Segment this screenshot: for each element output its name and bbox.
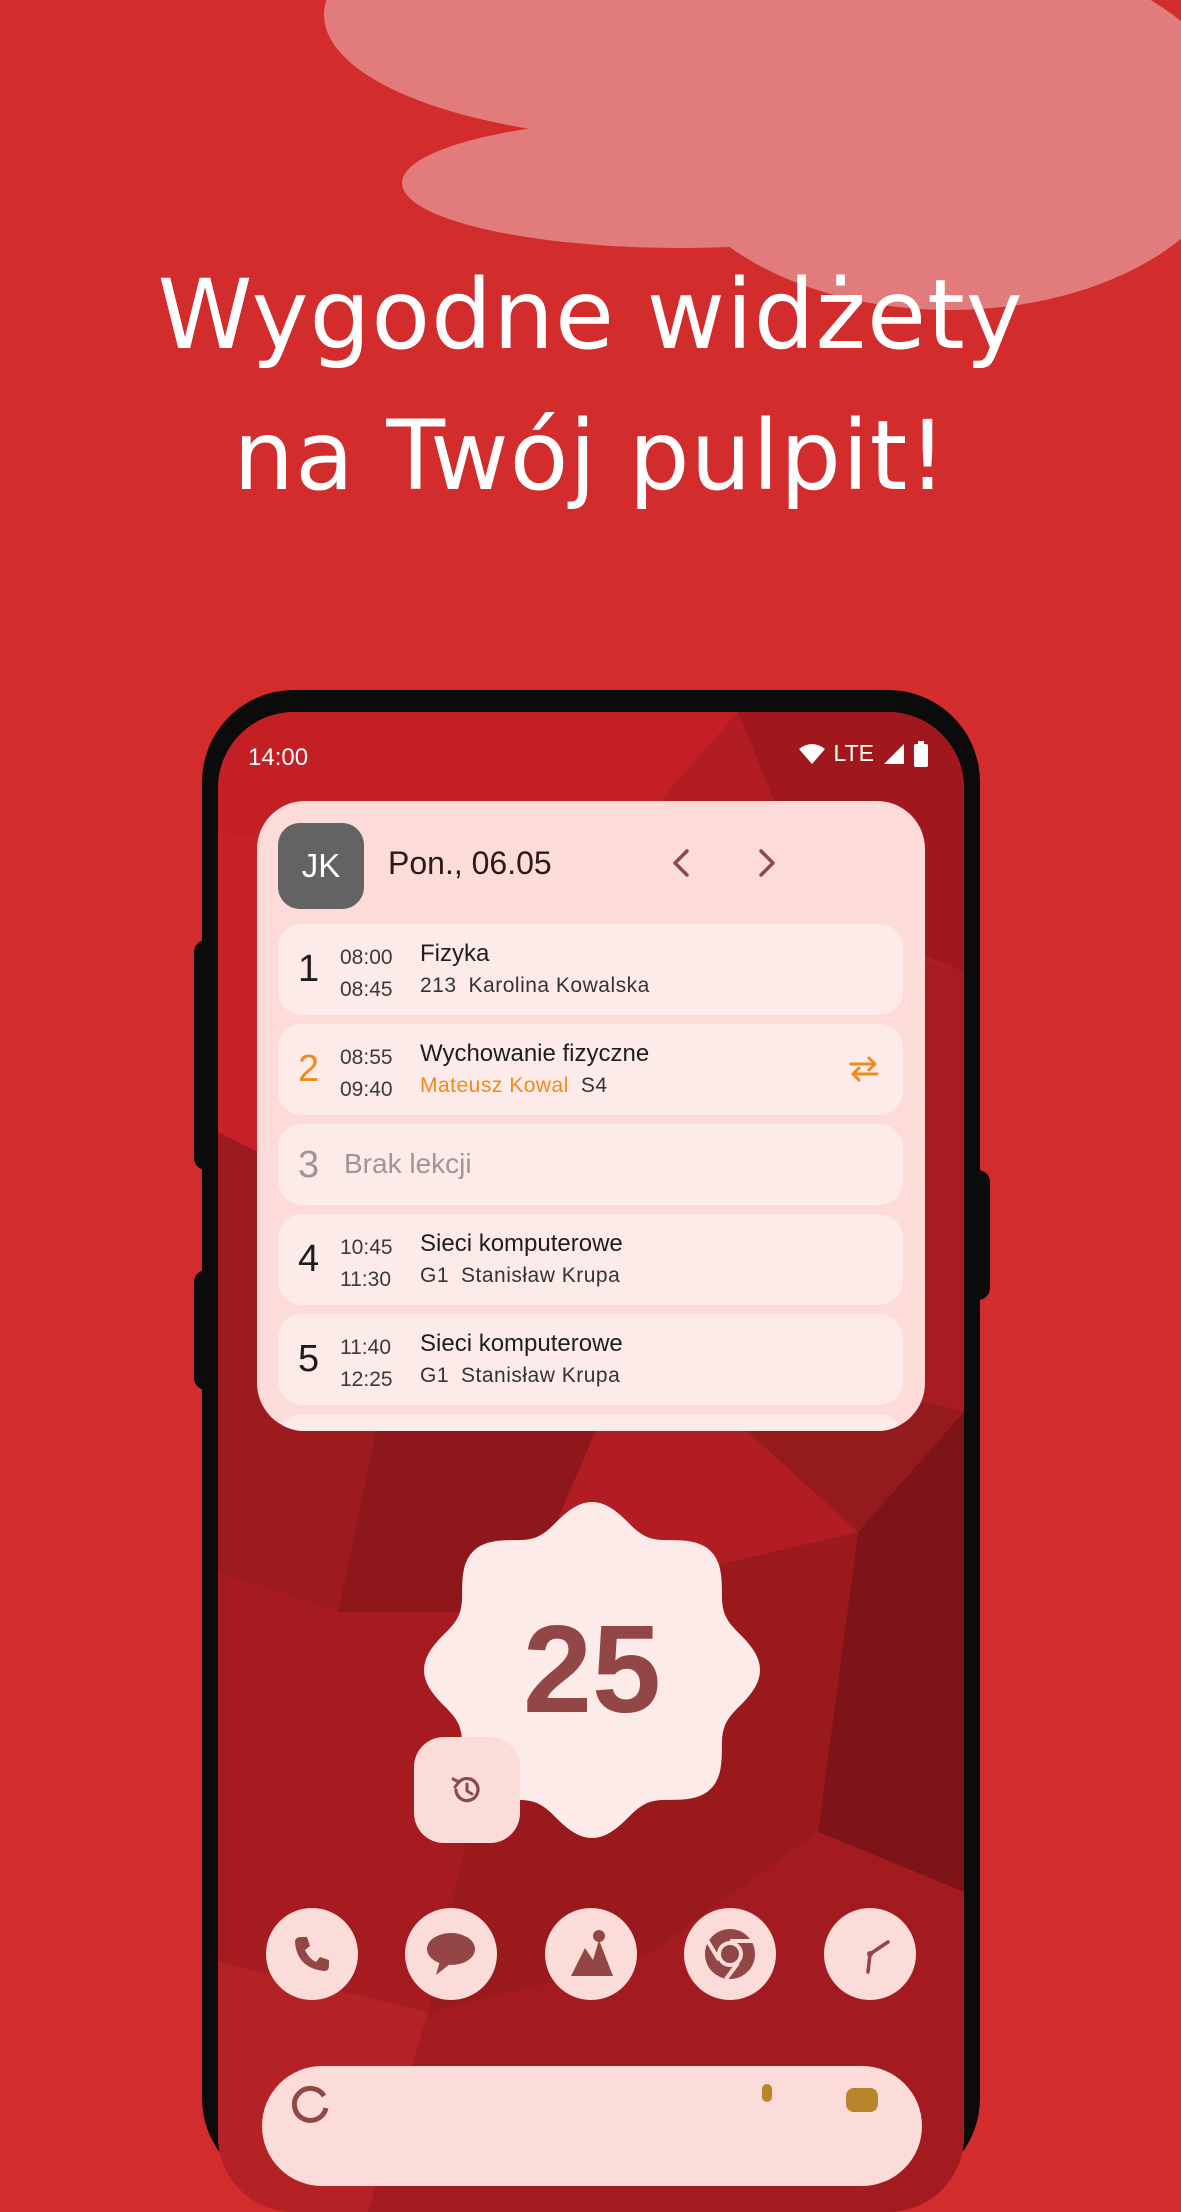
lesson-room: 213 [420,974,457,997]
lesson-start: 10:45 [340,1236,393,1259]
lesson-start: 11:40 [340,1336,391,1359]
history-icon [451,1776,480,1803]
chrome-app-icon[interactable] [684,1908,776,2000]
phone-screen: 14:00 LTE JK Pon., 06.05 1 08:00 08:45 F… [218,712,964,2212]
lesson-start: 08:00 [340,946,393,969]
lesson-number: 3 [298,1144,320,1186]
headline-line-1: Wygodne widżety [157,259,1024,371]
clock-icon [866,1940,890,1974]
lesson-end: 11:30 [340,1268,391,1291]
lesson-room: S4 [580,1074,608,1097]
mic-icon[interactable] [757,2084,777,2114]
headline-line-2: na Twój pulpit! [233,400,948,512]
status-time: 14:00 [248,744,309,771]
lesson-number: 2 [298,1048,320,1090]
lesson-end: 09:40 [340,1078,393,1101]
messages-app-icon[interactable] [405,1908,497,2000]
app-dock [266,1908,916,2000]
lesson-subject: Wychowanie fizyczne [420,1040,650,1067]
lesson-info: Mateusz Kowal S4 [420,1074,608,1098]
lesson-times: 08:55 09:40 [340,1042,393,1106]
search-bar[interactable] [262,2066,922,2186]
lesson-end: 12:25 [340,1368,393,1391]
network-label: LTE [833,740,874,766]
lesson-end: 08:45 [340,978,393,1001]
battery-icon [914,740,928,767]
history-button[interactable] [414,1737,520,1843]
status-bar: 14:00 LTE [248,740,928,776]
empty-lesson-label: Brak lekcji [344,1148,472,1179]
photos-icon [571,1930,613,1976]
widget-date: Pon., 06.05 [388,845,552,881]
lesson-teacher: Karolina Kowalska [468,974,650,997]
avatar[interactable]: JK [278,823,364,909]
headline: Wygodne widżety na Twój pulpit! [0,245,1181,527]
lesson-info: 213 Karolina Kowalska [420,974,650,998]
lesson-times: 10:45 11:30 [340,1232,393,1296]
messages-icon [427,1933,475,1975]
lesson-row[interactable]: 1 08:00 08:45 Fizyka 213 Karolina Kowalsk… [278,924,903,1015]
lesson-row[interactable]: 2 08:55 09:40 Wychowanie fizyczne Mateus… [278,1024,903,1115]
lesson-info: G1 Stanisław Krupa [420,1364,620,1388]
phone-icon [295,1937,329,1971]
status-icons: LTE [798,740,928,767]
lesson-subject: Sieci komputerowe [420,1330,623,1357]
lesson-row[interactable]: 5 11:40 12:25 Sieci komputerowe G1 Stanis… [278,1314,903,1405]
lesson-subject: Fizyka [420,940,490,967]
lesson-room: G1 [420,1264,450,1287]
signal-icon [884,743,904,764]
lesson-subject: Sieci komputerowe [420,1230,623,1257]
google-icon [291,2085,329,2123]
chevron-left-icon[interactable] [662,843,702,883]
lesson-row[interactable]: 4 10:45 11:30 Sieci komputerowe G1 Stanis… [278,1214,903,1305]
lesson-number: 1 [298,948,320,990]
lesson-times: 08:00 08:45 [340,942,393,1006]
lesson-row-empty: 3 Brak lekcji [278,1124,903,1205]
chevron-right-icon[interactable] [746,843,786,883]
phone-app-icon[interactable] [266,1908,358,2000]
lesson-number: 4 [298,1238,320,1280]
lesson-info: G1 Stanisław Krupa [420,1264,620,1288]
lesson-teacher: Stanisław Krupa [461,1264,621,1287]
lesson-teacher: Mateusz Kowal [420,1074,569,1097]
photos-app-icon[interactable] [545,1908,637,2000]
wifi-icon [798,743,825,764]
chrome-icon [705,1929,755,1981]
timetable-widget[interactable]: JK Pon., 06.05 1 08:00 08:45 Fizyka 213 K… [257,801,925,1431]
lesson-teacher: Stanisław Krupa [461,1364,621,1387]
lesson-times: 11:40 12:25 [340,1332,393,1396]
lens-icon[interactable] [842,2082,882,2112]
lesson-row-partial[interactable] [278,1414,903,1431]
clock-app-icon[interactable] [824,1908,916,2000]
lesson-start: 08:55 [340,1046,393,1069]
swap-icon [849,1056,879,1082]
lesson-room: G1 [420,1364,450,1387]
lesson-number: 5 [298,1338,320,1380]
